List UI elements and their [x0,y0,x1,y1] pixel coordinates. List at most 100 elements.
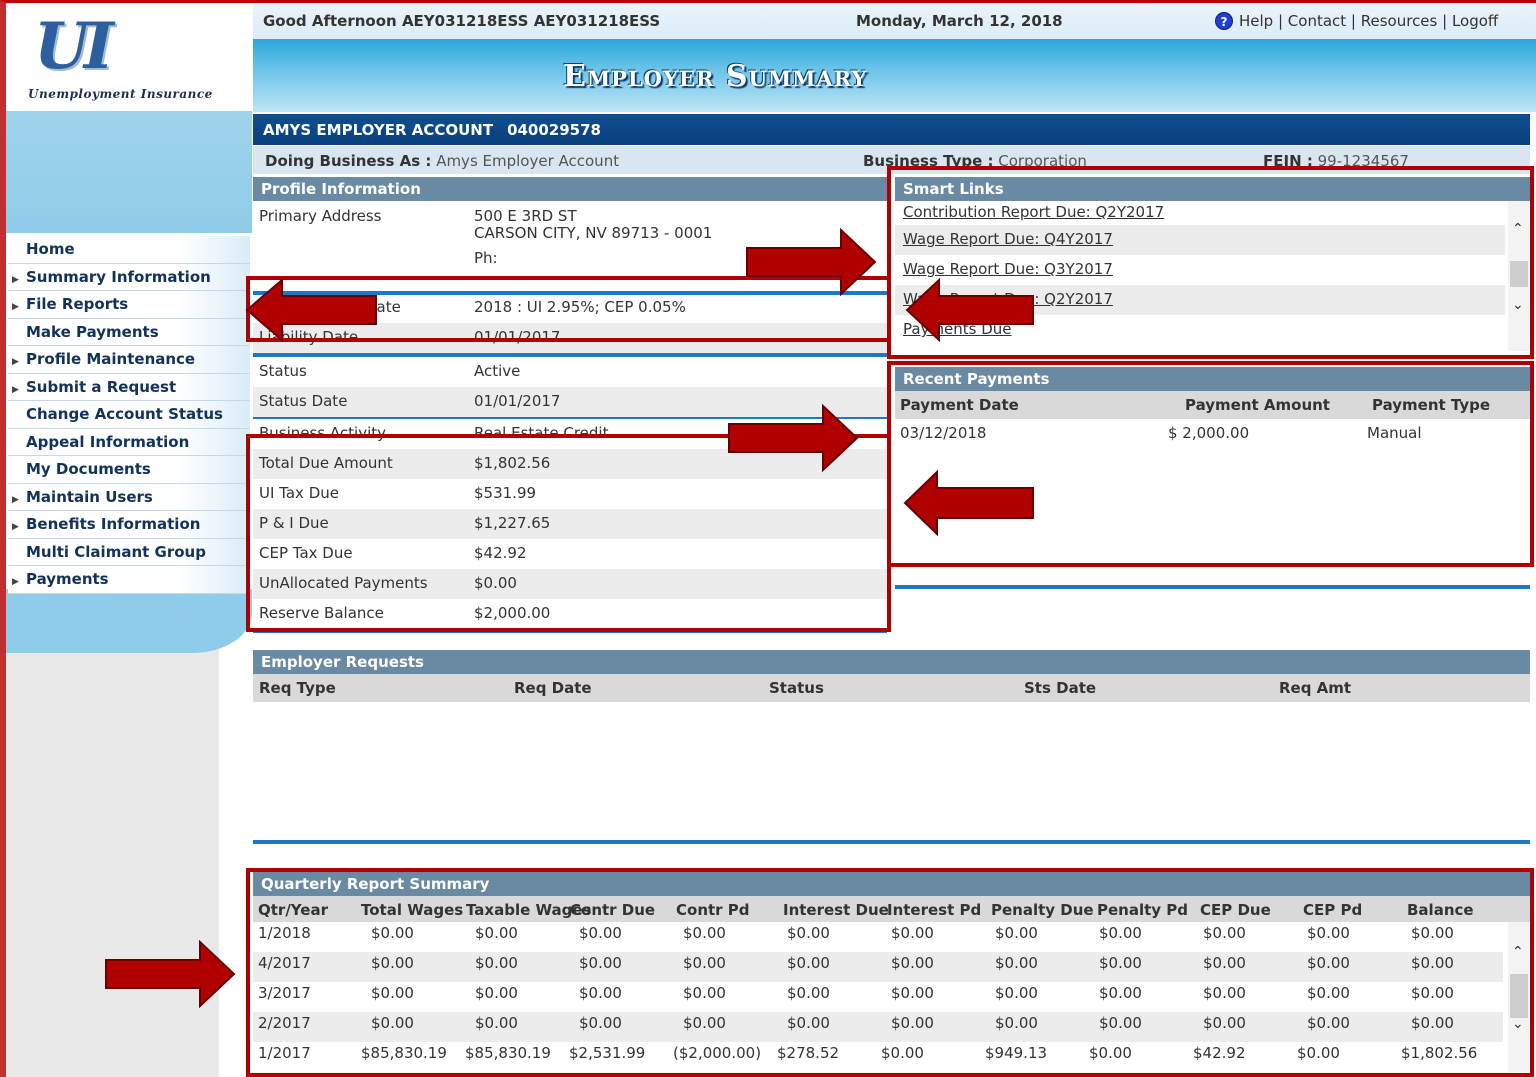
column-header[interactable]: Status [769,679,824,697]
column-header[interactable]: Sts Date [1024,679,1096,697]
scroll-thumb[interactable] [1510,974,1528,1018]
sidebar-item-make-payments[interactable]: Make Payments [8,318,250,346]
profile-header: Profile Information [253,177,887,201]
table-cell: $0.00 [475,1014,518,1032]
total-value: $1,802.56 [474,454,551,472]
column-header[interactable]: Req Date [514,679,592,697]
column-header[interactable]: Payment Type [1372,396,1490,414]
sidebar-item-payments[interactable]: ▶ Payments [8,566,250,594]
primary-address: Primary Address 500 E 3RD ST CARSON CITY… [253,201,887,295]
column-header[interactable]: Payment Amount [1185,396,1330,414]
sidebar-item-appeal-information[interactable]: Appeal Information [8,428,250,456]
table-row: 3/2017 $0.00 $0.00 $0.00 $0.00 $0.00 $0.00 $0.0… [253,982,1503,1012]
table-cell: $0.00 [1099,984,1142,1002]
employer-requests-columns: Req Type Req Date Status Sts Date Req Am… [253,674,1530,702]
logoff-link[interactable]: Logoff [1452,12,1498,30]
help-icon[interactable]: ? [1215,12,1233,30]
sidebar-item-benefits-information[interactable]: ▶ Benefits Information [8,511,250,539]
table-cell: $278.52 [777,1044,840,1062]
ui-logo[interactable]: UI Unemployment Insurance [6,3,252,111]
table-cell: $0.00 [683,1014,726,1032]
smart-link[interactable]: Contribution Report Due: Q2Y2017 [895,201,1505,225]
phone-label: Ph: [474,249,498,267]
column-header[interactable]: CEP Due [1200,901,1271,919]
sidebar-item-my-documents[interactable]: My Documents [8,456,250,484]
sidebar-item-home[interactable]: Home [8,236,250,264]
resources-link[interactable]: Resources [1361,12,1438,30]
smart-link[interactable]: Wage Report Due: Q2Y2017 [895,285,1505,315]
status-date-row: Status Date 01/01/2017 [253,387,887,417]
sidebar-item-maintain-users[interactable]: ▶ Maintain Users [8,483,250,511]
dba-value: Amys Employer Account [436,152,620,170]
column-header[interactable]: Penalty Pd [1097,901,1188,919]
caret-right-icon: ▶ [12,274,19,285]
caret-right-icon: ▶ [12,384,19,395]
table-cell: $0.00 [1203,984,1246,1002]
fein-label: FEIN : [1263,152,1313,170]
smart-links-list: Contribution Report Due: Q2Y2017 Wage Rep… [895,201,1530,351]
activity-value: Real Estate Credit [474,424,609,442]
table-cell: 4/2017 [258,954,311,972]
sidebar-item-change-account-status[interactable]: Change Account Status [8,401,250,429]
sidebar-item-label: Profile Maintenance [26,350,196,368]
rate-row: Current Year : Rate 2018 : UI 2.95%; CEP… [253,293,887,323]
scroll-thumb[interactable] [1510,261,1528,287]
sidebar-item-summary-information[interactable]: ▶ Summary Information [8,263,250,291]
smart-links-scrollbar[interactable]: ⌃ ⌄ [1508,201,1530,351]
sidebar-item-label: Summary Information [26,267,211,286]
account-number: 040029578 [507,121,601,139]
sidebar-item-profile-maintenance[interactable]: ▶ Profile Maintenance [8,346,250,374]
column-header[interactable]: Balance [1407,901,1474,919]
business-type-label: Business Type : [863,152,994,170]
table-cell: $0.00 [995,954,1038,972]
separator [253,840,1530,844]
table-cell: $0.00 [683,954,726,972]
column-header[interactable]: Total Wages [361,901,463,919]
address-label: Primary Address [259,207,382,225]
separator [895,585,1530,589]
column-header[interactable]: Contr Due [570,901,655,919]
sidebar-item-label: Make Payments [26,322,159,341]
smart-link[interactable]: Wage Report Due: Q3Y2017 [895,255,1505,285]
quarterly-scrollbar[interactable]: ⌃ ⌄ [1508,922,1530,1072]
table-cell: $0.00 [1307,954,1350,972]
column-header[interactable]: Interest Due [783,901,889,919]
sidebar-item-submit-a-request[interactable]: ▶ Submit a Request [8,373,250,401]
table-cell: $0.00 [371,984,414,1002]
column-header[interactable]: Penalty Due [991,901,1094,919]
table-cell: $0.00 [1203,1014,1246,1032]
column-header[interactable]: Payment Date [900,396,1019,414]
sidebar-item-file-reports[interactable]: ▶ File Reports [8,291,250,319]
status-date-value: 01/01/2017 [474,392,561,410]
column-header[interactable]: Req Amt [1279,679,1351,697]
rate-value: 2018 : UI 2.95%; CEP 0.05% [474,298,686,316]
scroll-up-icon[interactable]: ⌃ [1512,944,1524,960]
table-cell: $0.00 [1411,984,1454,1002]
column-header[interactable]: Qtr/Year [258,901,328,919]
table-cell: $0.00 [579,1014,622,1032]
column-header[interactable]: Req Type [259,679,336,697]
column-header[interactable]: Interest Pd [887,901,981,919]
page-title: Employer Summary [563,59,868,94]
smart-link[interactable]: Payments Due [895,315,1505,345]
caret-right-icon: ▶ [12,357,19,367]
sidebar-item-multi-claimant-group[interactable]: Multi Claimant Group [8,538,250,566]
scroll-down-icon[interactable]: ⌄ [1512,1016,1524,1032]
total-row: UnAllocated Payments $0.00 [253,569,887,599]
contact-link[interactable]: Contact [1288,12,1346,30]
column-header[interactable]: Contr Pd [676,901,750,919]
smart-link[interactable]: Wage Report Due: Q4Y2017 [895,225,1505,255]
scroll-down-icon[interactable]: ⌄ [1512,297,1524,313]
sidebar-item-label: Submit a Request [26,377,177,396]
table-cell: $0.00 [787,1014,830,1032]
table-cell: $0.00 [1203,924,1246,942]
help-link[interactable]: Help [1239,12,1273,30]
scroll-up-icon[interactable]: ⌃ [1512,221,1524,237]
table-cell: $0.00 [475,984,518,1002]
status-label: Status [259,362,307,380]
liability-value: 01/01/2017 [474,328,561,346]
total-row: P & I Due $1,227.65 [253,509,887,539]
table-cell: $0.00 [475,924,518,942]
column-header[interactable]: CEP Pd [1303,901,1362,919]
total-label: P & I Due [259,514,329,532]
